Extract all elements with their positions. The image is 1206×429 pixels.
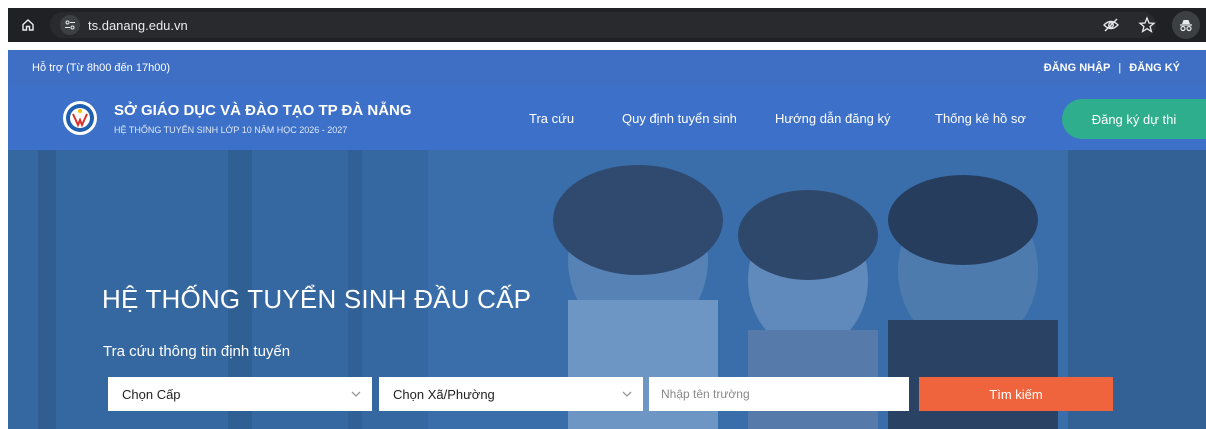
nav-item-thong-ke[interactable]: Thống kê hồ sơ	[935, 111, 1045, 126]
nav-menu: Tra cứu Quy định tuyển sinh Hướng dẫn đă…	[529, 86, 1045, 150]
register-exam-button[interactable]: Đăng ký dự thi	[1062, 99, 1206, 139]
level-select[interactable]: Chọn Cấp	[108, 377, 372, 411]
nav-item-huong-dan[interactable]: Hướng dẫn đăng ký	[775, 111, 935, 126]
ward-select-value: Chọn Xã/Phường	[393, 386, 495, 402]
search-form: Chọn Cấp Chọn Xã/Phường Nhập tên trường …	[108, 377, 1113, 411]
brand-block: SỞ GIÁO DỤC VÀ ĐÀO TẠO TP ĐÀ NẴNG HỆ THỐ…	[114, 102, 412, 135]
login-link[interactable]: ĐĂNG NHẬP	[1044, 62, 1111, 74]
chevron-down-icon	[351, 391, 361, 397]
hero-title: HỆ THỐNG TUYỂN SINH ĐẦU CẤP	[102, 284, 532, 314]
search-button[interactable]: Tìm kiếm	[919, 377, 1113, 411]
browser-toolbar: ts.danang.edu.vn	[8, 8, 1206, 42]
main-navbar: SỞ GIÁO DỤC VÀ ĐÀO TẠO TP ĐÀ NẴNG HỆ THỐ…	[8, 86, 1206, 150]
nav-item-quy-dinh[interactable]: Quy định tuyển sinh	[622, 111, 775, 126]
hero-banner: HỆ THỐNG TUYỂN SINH ĐẦU CẤP Tra cứu thôn…	[8, 150, 1206, 429]
star-icon[interactable]	[1136, 14, 1158, 36]
site-subtitle: HỆ THỐNG TUYỂN SINH LỚP 10 NĂM HỌC 2026 …	[114, 124, 348, 135]
address-bar[interactable]: ts.danang.edu.vn	[50, 12, 1156, 38]
hero-subtitle: Tra cứu thông tin định tuyến	[103, 343, 291, 360]
top-info-bar: Hỗ trợ (Từ 8h00 đến 17h00) ĐĂNG NHẬP | Đ…	[8, 50, 1206, 86]
department-logo[interactable]	[62, 100, 98, 136]
school-name-input[interactable]: Nhập tên trường	[649, 377, 909, 411]
home-icon[interactable]	[14, 11, 42, 39]
ward-select[interactable]: Chọn Xã/Phường	[379, 377, 643, 411]
level-select-value: Chọn Cấp	[122, 386, 181, 402]
site-title: SỞ GIÁO DỤC VÀ ĐÀO TẠO TP ĐÀ NẴNG	[114, 101, 412, 119]
chevron-down-icon	[622, 391, 632, 397]
support-hours: Hỗ trợ (Từ 8h00 đến 17h00)	[32, 62, 171, 74]
site-info-icon[interactable]	[60, 15, 80, 35]
auth-separator: |	[1118, 62, 1122, 74]
incognito-icon[interactable]	[1172, 11, 1200, 39]
eye-off-icon[interactable]	[1100, 14, 1122, 36]
register-link[interactable]: ĐĂNG KÝ	[1129, 62, 1180, 74]
auth-links: ĐĂNG NHẬP | ĐĂNG KÝ	[1044, 62, 1180, 74]
nav-item-tra-cuu[interactable]: Tra cứu	[529, 111, 622, 126]
url-text[interactable]: ts.danang.edu.vn	[88, 18, 188, 33]
